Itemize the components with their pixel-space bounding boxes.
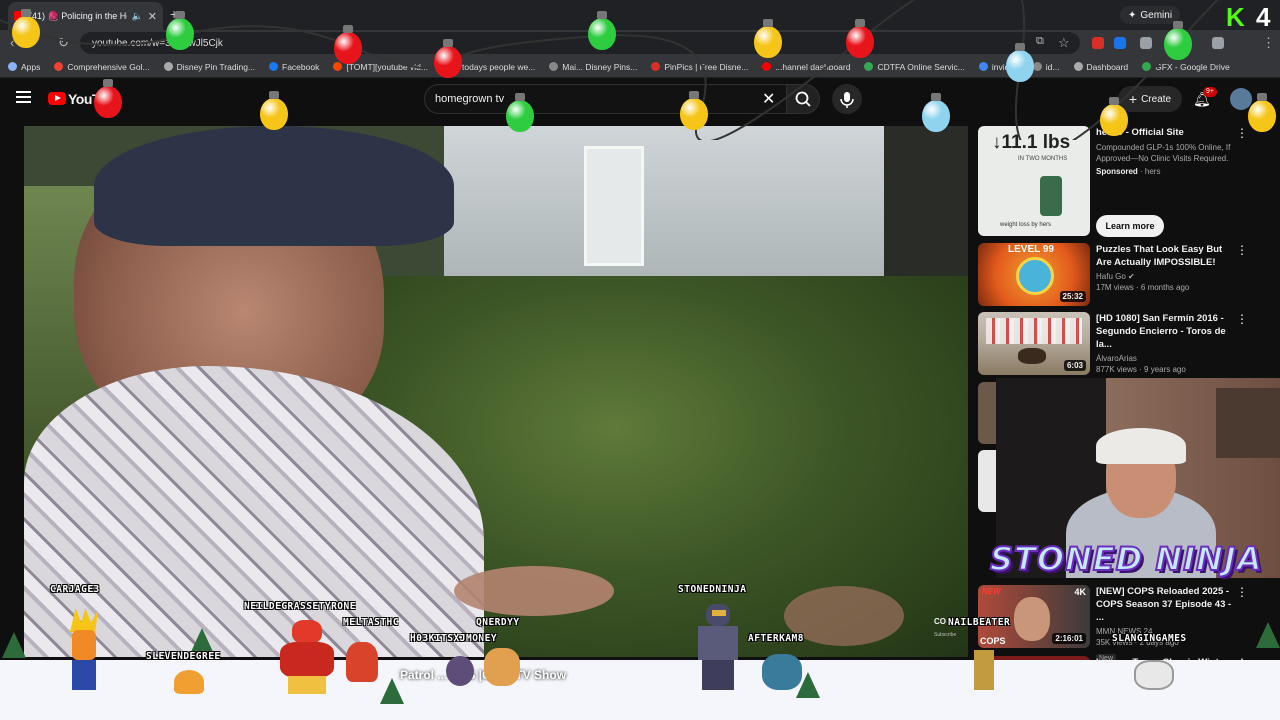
pine-tree-icon [2,632,26,658]
ad-thumb-sub: IN TWO MONTHS [1018,156,1068,162]
list-item[interactable]: LEVEL 99 25:32 Puzzles That Look Easy Bu… [978,243,1268,307]
video-thumbnail[interactable] [978,382,996,444]
christmas-light-bulb-icon [334,25,362,64]
chatter-name: SLEVENDEGREE [146,651,221,662]
ad-sponsor-line: Sponsored · hers [1096,167,1161,176]
christmas-light-bulb-icon [506,93,534,132]
red-robot-sprite [274,620,340,694]
chatter-name: MELTASTHC [343,617,399,628]
christmas-light-bulb-icon [260,91,288,130]
creature-sprite [346,642,378,682]
christmas-light-bulb-icon [1006,43,1034,82]
duration-badge: 6:03 [1063,360,1086,371]
video-thumbnail[interactable]: 6:03 [978,312,1090,375]
channel-name-text: Hafu Go [1096,272,1126,281]
chatter-name: AFTERKAM8 [748,633,804,644]
christmas-light-bulb-icon [1100,97,1128,136]
ad-thumbnail[interactable]: ↓11.1 lbs IN TWO MONTHS weight loss by h… [978,126,1090,236]
pine-tree-icon [380,678,404,704]
master-chief-sprite [694,604,742,690]
thumb-4k-label: 4K [1074,587,1086,597]
more-options-icon[interactable]: ⋮ [1236,243,1248,257]
ad-description: Compounded GLP-1s 100% Online, If Approv… [1096,143,1231,163]
video-player[interactable] [24,126,968,657]
thumb-level-text: LEVEL 99 [1008,244,1054,255]
video-stats: 877K views · 9 years ago [1096,365,1186,374]
channel-name: ÁlvaroArias [1096,354,1137,363]
more-options-icon[interactable]: ⋮ [1236,312,1248,326]
ad-thumb-caption: weight loss by hers [1000,222,1052,228]
christmas-light-bulb-icon [434,39,462,78]
crowd-runners [986,318,1082,344]
sponsored-label: Sponsored [1096,167,1138,176]
chatter-name: QNERDYY [476,617,520,628]
webcam-shelf [1216,388,1280,458]
video-frame-window [584,146,644,266]
christmas-light-bulb-icon [754,19,782,58]
video-thumbnail[interactable] [978,450,996,512]
goku-sprite [56,608,112,690]
orange-creature-sprite [174,670,204,694]
subscribe-tiny-label: Subscribe [934,632,957,638]
channel-name: Hafu Go ✔ [1096,272,1236,281]
thumb-face [1014,597,1050,641]
chatter-name: NAILBEATER [948,617,1011,628]
pine-tree-icon [1256,622,1280,648]
webcam-cap [1096,428,1186,464]
streamer-name-overlay: STONED NINJA [989,539,1263,579]
christmas-light-bulb-icon [588,11,616,50]
white-creature-sprite [1134,660,1174,690]
video-frame-cap [94,126,454,246]
medicine-vial-icon [1040,176,1062,216]
christmas-light-bulb-icon [680,91,708,130]
video-title[interactable]: [HD 1080] San Fermín 2016 - Segundo Enci… [1096,312,1236,351]
chatter-name: H03KITSXJMONEY [410,633,498,644]
video-stats: 17M views · 6 months ago [1096,283,1190,292]
video-title[interactable]: [NEW] COPS Reloaded 2025 - COPS Season 3… [1096,585,1236,624]
chatter-name: STONEDNINJA [678,584,747,595]
chatter-name: CARJAGE3 [50,584,100,595]
video-thumbnail[interactable]: LEVEL 99 25:32 [978,243,1090,306]
duration-badge: 2:16:01 [1052,633,1086,644]
bull-figure [1018,348,1046,364]
christmas-light-bulb-icon [922,93,950,132]
christmas-light-bulb-icon [12,9,40,48]
thumb-cops-label: COPS [980,636,1006,646]
blue-creature-sprite [762,654,802,690]
video-title[interactable]: Puzzles That Look Easy But Are Actually … [1096,243,1236,269]
christmas-light-bulb-icon [1248,93,1276,132]
verified-icon: ✔ [1128,272,1135,281]
more-options-icon[interactable]: ⋮ [1236,585,1248,599]
dragonite-sprite [484,648,520,686]
purple-creature-sprite [446,656,474,686]
cops-tiny-label: CO [934,617,946,626]
thumb-new-label: NEW [982,587,1001,596]
advertiser-name: hers [1144,167,1161,176]
christmas-light-bulb-icon [846,19,874,58]
christmas-light-bulb-icon [166,11,194,50]
yellow-figure-sprite [974,650,994,690]
learn-more-button[interactable]: Learn more [1096,215,1164,237]
christmas-light-bulb-icon [94,79,122,118]
christmas-light-bulb-icon [1164,21,1192,60]
chatter-name: NEILDEGRASSETYRONE [244,601,356,612]
list-item[interactable]: 6:03 [HD 1080] San Fermín 2016 - Segundo… [978,312,1268,376]
chatter-name: SLANGINGAMES [1112,633,1187,644]
video-frame-hand [454,566,614,616]
christmas-lights-wire [0,0,1280,140]
puzzle-ball-icon [1016,257,1054,295]
duration-badge: 25:32 [1059,291,1086,302]
